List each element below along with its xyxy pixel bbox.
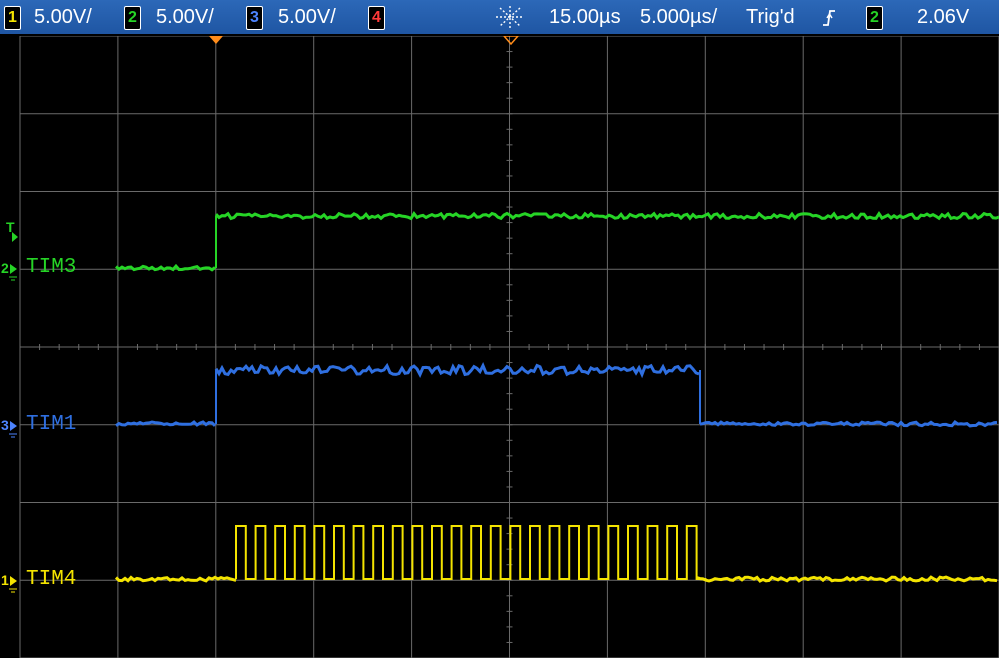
waveform-display[interactable]: T 2 TIM3 3 TIM1 1 TIM4 <box>0 36 999 658</box>
tim4-pulse-train <box>236 526 706 579</box>
tim4-waveform-idle <box>116 577 236 581</box>
channel-3-label: TIM1 <box>26 413 76 436</box>
status-bar: 1 5.00V/ 2 5.00V/ 3 5.00V/ 4 15.00µs 5.0… <box>0 0 999 34</box>
tim1-waveform-low-after <box>700 422 997 426</box>
delay-reference-marker[interactable] <box>502 36 520 46</box>
acquisition-run-icon <box>493 4 527 30</box>
channel-1-badge[interactable]: 1 <box>4 6 21 30</box>
channel-3-badge[interactable]: 3 <box>246 6 263 30</box>
channel-2-badge[interactable]: 2 <box>124 6 141 30</box>
channel-2-label: TIM3 <box>26 256 76 279</box>
time-delay[interactable]: 15.00µs <box>549 0 621 34</box>
time-scale[interactable]: 5.000µs/ <box>640 0 717 34</box>
rising-edge-icon <box>822 9 836 27</box>
trigger-level-arrow-icon <box>8 232 20 242</box>
ground-arrow-icon <box>6 574 20 600</box>
channel-4-badge[interactable]: 4 <box>368 6 385 30</box>
scope-graticule <box>0 36 999 658</box>
channel-2-scale[interactable]: 5.00V/ <box>156 0 214 34</box>
ground-arrow-icon <box>6 419 20 445</box>
trigger-position-marker[interactable] <box>207 36 225 46</box>
channel-3-scale[interactable]: 5.00V/ <box>278 0 336 34</box>
ground-arrow-icon <box>6 262 20 288</box>
trigger-source-badge[interactable]: 2 <box>866 6 883 30</box>
tim1-waveform-high <box>216 366 699 375</box>
trigger-status: Trig'd <box>746 0 795 34</box>
trigger-level[interactable]: 2.06V <box>917 0 969 34</box>
channel-1-label: TIM4 <box>26 568 76 591</box>
channel-1-scale[interactable]: 5.00V/ <box>34 0 92 34</box>
